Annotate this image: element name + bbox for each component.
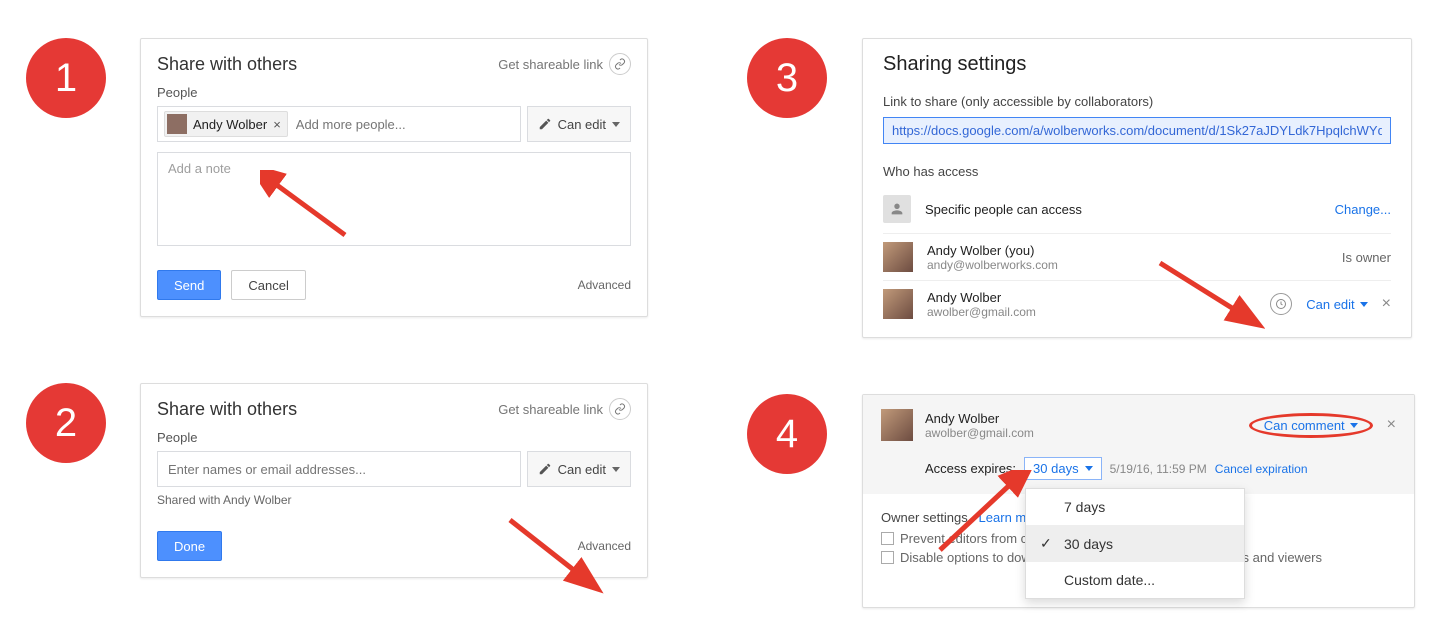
remove-collab-icon[interactable]: ×: [1382, 295, 1391, 313]
avatar: [883, 289, 913, 319]
expiration-option-30days[interactable]: ✓ 30 days: [1026, 525, 1244, 562]
option-label: 30 days: [1064, 536, 1113, 552]
person-chip[interactable]: Andy Wolber ×: [164, 111, 288, 137]
note-textarea[interactable]: Add a note: [157, 152, 631, 246]
send-button[interactable]: Send: [157, 270, 221, 300]
owner-name: Andy Wolber (you): [927, 243, 1058, 258]
chevron-down-icon: [1085, 466, 1093, 471]
chevron-down-icon: [612, 467, 620, 472]
people-input[interactable]: Andy Wolber ×: [157, 106, 521, 142]
remove-user-icon[interactable]: ×: [1387, 416, 1396, 434]
step-badge-1: 1: [26, 38, 106, 118]
option-label: 7 days: [1064, 499, 1105, 515]
share-url-field[interactable]: [883, 117, 1391, 144]
collab-name: Andy Wolber: [927, 290, 1036, 305]
user-name: Andy Wolber: [925, 411, 1034, 426]
people-input[interactable]: [157, 451, 521, 487]
advanced-link[interactable]: Advanced: [578, 539, 631, 553]
option-label: Custom date...: [1064, 572, 1155, 588]
prevent-editors-checkbox[interactable]: [881, 532, 894, 545]
permission-label: Can comment: [1264, 418, 1345, 433]
avatar: [167, 114, 187, 134]
person-icon: [883, 195, 911, 223]
chip-remove-icon[interactable]: ×: [273, 117, 281, 132]
link-icon: [609, 398, 631, 420]
add-people-field[interactable]: [292, 113, 514, 136]
expiration-options-menu: 7 days ✓ 30 days Custom date...: [1025, 488, 1245, 599]
share-title: Share with others: [157, 399, 297, 420]
people-label: People: [141, 430, 647, 451]
user-email: awolber@gmail.com: [925, 426, 1034, 440]
change-access-link[interactable]: Change...: [1335, 202, 1391, 217]
step-badge-3: 3: [747, 38, 827, 118]
owner-email: andy@wolberworks.com: [927, 258, 1058, 272]
people-label: People: [141, 85, 647, 106]
get-link-label: Get shareable link: [498, 57, 603, 72]
sharing-settings-title: Sharing settings: [883, 53, 1391, 76]
share-dialog-1: Share with others Get shareable link Peo…: [140, 38, 648, 317]
chevron-down-icon: [612, 122, 620, 127]
collab-email: awolber@gmail.com: [927, 305, 1036, 319]
permission-dropdown[interactable]: Can edit: [527, 106, 631, 142]
cancel-button[interactable]: Cancel: [231, 270, 305, 300]
permission-label: Can edit: [558, 117, 606, 132]
owner-role-label: Is owner: [1342, 250, 1391, 265]
expiration-date: 5/19/16, 11:59 PM: [1110, 462, 1207, 476]
expiration-option-7days[interactable]: 7 days: [1026, 489, 1244, 525]
get-shareable-link[interactable]: Get shareable link: [498, 398, 631, 420]
avatar: [883, 242, 913, 272]
cancel-expiration-link[interactable]: Cancel expiration: [1215, 462, 1308, 476]
share-dialog-2: Share with others Get shareable link Peo…: [140, 383, 648, 578]
access-mode-text: Specific people can access: [925, 202, 1082, 217]
highlighted-permission-oval: Can comment: [1249, 413, 1373, 438]
shared-with-text: Shared with Andy Wolber: [141, 487, 647, 507]
share-title: Share with others: [157, 54, 297, 75]
expiration-dropdown[interactable]: 30 days: [1024, 457, 1102, 480]
check-icon: ✓: [1040, 535, 1054, 552]
pencil-icon: [538, 117, 552, 131]
pencil-icon: [538, 462, 552, 476]
collab-permission-dropdown[interactable]: Can edit: [1306, 297, 1367, 312]
step-badge-2: 2: [26, 383, 106, 463]
disable-download-checkbox[interactable]: [881, 551, 894, 564]
owner-settings-label: Owner settings: [881, 510, 968, 525]
prevent-editors-label: Prevent editors from c: [900, 531, 1027, 546]
step-badge-4: 4: [747, 394, 827, 474]
avatar: [881, 409, 913, 441]
expiration-clock-icon[interactable]: [1270, 293, 1292, 315]
people-field[interactable]: [164, 458, 514, 481]
expiration-value: 30 days: [1033, 461, 1079, 476]
chevron-down-icon: [1360, 302, 1368, 307]
collab-permission-label: Can edit: [1306, 297, 1354, 312]
chevron-down-icon: [1350, 423, 1358, 428]
note-placeholder: Add a note: [168, 161, 231, 176]
permission-label: Can edit: [558, 462, 606, 477]
chip-name: Andy Wolber: [193, 117, 267, 132]
done-button[interactable]: Done: [157, 531, 222, 561]
link-icon: [609, 53, 631, 75]
get-shareable-link[interactable]: Get shareable link: [498, 53, 631, 75]
access-expires-label: Access expires:: [925, 461, 1016, 476]
get-link-label: Get shareable link: [498, 402, 603, 417]
expiration-option-custom[interactable]: Custom date...: [1026, 562, 1244, 598]
permission-dropdown[interactable]: Can comment: [1264, 418, 1358, 433]
link-to-share-label: Link to share (only accessible by collab…: [883, 94, 1391, 109]
sharing-settings: Sharing settings Link to share (only acc…: [862, 38, 1412, 338]
who-has-access-label: Who has access: [883, 164, 1391, 179]
permission-dropdown[interactable]: Can edit: [527, 451, 631, 487]
advanced-link[interactable]: Advanced: [578, 278, 631, 292]
